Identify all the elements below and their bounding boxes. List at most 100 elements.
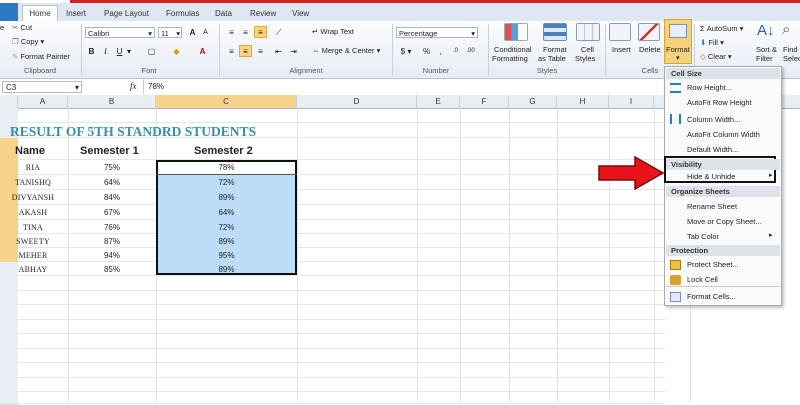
file-tab[interactable] <box>0 3 18 21</box>
find-select-icon[interactable]: ⌕ <box>782 21 790 38</box>
currency-icon[interactable]: $ ▾ <box>397 45 415 57</box>
align-left-icon[interactable]: ≡ <box>225 45 238 57</box>
cell-name[interactable]: AKASH <box>8 208 58 217</box>
cell-name[interactable]: TANISHQ <box>8 178 58 187</box>
clear-button[interactable]: ◇ Clear ▾ <box>700 52 732 61</box>
fill-button[interactable]: ⬇ Fill ▾ <box>700 38 724 47</box>
increase-decimal-icon[interactable]: .0 <box>449 45 462 57</box>
format-painter-button[interactable]: ✎ Format Painter <box>12 52 70 61</box>
fill-color-icon[interactable]: ◆ <box>170 45 183 57</box>
number-format-select[interactable]: Percentage ▾ <box>396 27 478 38</box>
row-header[interactable] <box>0 320 18 335</box>
align-middle-icon[interactable]: ≡ <box>239 26 252 38</box>
row-header[interactable] <box>0 378 18 393</box>
comma-button[interactable]: , <box>434 45 447 57</box>
increase-indent-icon[interactable]: ⇥ <box>287 45 300 57</box>
conditional-formatting-label[interactable]: Conditional <box>494 45 532 54</box>
cell-semester-1[interactable]: 85% <box>68 265 156 274</box>
select-all-button[interactable] <box>0 95 18 108</box>
menu-item-hide-unhide[interactable]: Hide & Unhide <box>687 172 735 181</box>
cell-semester-1[interactable]: 94% <box>68 251 156 260</box>
font-size-select[interactable]: 11 ▾ <box>158 27 182 38</box>
italic-icon[interactable]: I <box>99 45 112 57</box>
column-header-f[interactable]: F <box>460 95 509 108</box>
row-header[interactable] <box>0 108 18 124</box>
cell-semester-2[interactable]: 72% <box>156 223 297 232</box>
row-header[interactable] <box>0 305 18 321</box>
borders-icon[interactable]: ▢ <box>145 45 158 57</box>
row-header[interactable] <box>0 291 18 306</box>
cell-semester-2[interactable]: 89% <box>156 193 297 202</box>
row-header[interactable] <box>0 349 18 364</box>
cell-name[interactable]: DIVYANSH <box>8 193 58 202</box>
shrink-font-icon[interactable]: A <box>199 26 212 38</box>
row-header[interactable] <box>0 334 18 350</box>
cell-name[interactable]: ABHAY <box>8 265 58 274</box>
menu-item-row-height[interactable]: Row Height... <box>687 83 732 92</box>
menu-item-protect-sheet[interactable]: Protect Sheet... <box>687 260 739 269</box>
delete-cells-icon[interactable] <box>638 23 660 41</box>
cell-semester-2[interactable]: 78% <box>156 163 297 172</box>
cell-semester-2[interactable]: 64% <box>156 208 297 217</box>
insert-function-icon[interactable]: fx <box>130 81 137 91</box>
cell-semester-1[interactable]: 76% <box>68 223 156 232</box>
cut-button[interactable]: ✂ Cut <box>12 23 32 32</box>
menu-item-tab-color[interactable]: Tab Color <box>687 232 719 241</box>
column-header-d[interactable]: D <box>297 95 417 108</box>
column-header-e[interactable]: E <box>417 95 460 108</box>
cell-styles-label[interactable]: Cell <box>581 45 594 54</box>
sort-filter-icon[interactable]: A↓ <box>757 22 775 39</box>
sort-filter-label-2[interactable]: Filter <box>756 54 773 63</box>
column-header-h[interactable]: H <box>557 95 609 108</box>
find-select-label[interactable]: Find <box>783 45 798 54</box>
bold-icon[interactable]: B <box>85 45 98 57</box>
column-header-a[interactable]: A <box>18 95 68 108</box>
tab-data[interactable]: Data <box>215 7 232 21</box>
cell-name[interactable]: TINA <box>8 223 58 232</box>
align-top-icon[interactable]: ≡ <box>225 26 238 38</box>
cell-semester-2[interactable]: 89% <box>156 237 297 246</box>
find-select-label-2[interactable]: Selec <box>783 54 800 63</box>
sort-filter-label[interactable]: Sort & <box>756 45 777 54</box>
row-header[interactable] <box>0 363 18 379</box>
cell-semester-2[interactable]: 72% <box>156 178 297 187</box>
cell-name[interactable]: MEHER <box>8 251 58 260</box>
tab-view[interactable]: View <box>292 7 309 21</box>
format-cells-button[interactable]: Format ▾ <box>664 19 692 64</box>
column-header-c[interactable]: C <box>156 95 297 108</box>
wrap-text-button[interactable]: ↵ Wrap Text <box>312 27 354 36</box>
cell-semester-2[interactable]: 89% <box>156 265 297 274</box>
column-header-b[interactable]: B <box>68 95 156 108</box>
cell-semester-1[interactable]: 87% <box>68 237 156 246</box>
grow-font-icon[interactable]: A <box>186 26 199 38</box>
paste-icon[interactable]: e <box>0 23 4 32</box>
underline-icon[interactable]: U <box>113 45 126 57</box>
cell-name[interactable]: RIA <box>8 163 58 172</box>
cell-semester-1[interactable]: 67% <box>68 208 156 217</box>
row-header[interactable] <box>0 392 18 405</box>
menu-item-move-copy-sheet[interactable]: Move or Copy Sheet... <box>687 217 762 226</box>
menu-item-autofit-row-height[interactable]: AutoFit Row Height <box>687 98 752 107</box>
tab-page-layout[interactable]: Page Layout <box>104 7 149 21</box>
cell-styles-icon[interactable] <box>576 23 600 41</box>
insert-cells-icon[interactable] <box>609 23 631 41</box>
align-center-icon[interactable]: ≡ <box>239 45 252 57</box>
format-as-table-icon[interactable] <box>543 23 567 41</box>
conditional-formatting-label-2[interactable]: Formatting <box>492 54 528 63</box>
menu-item-column-width[interactable]: Column Width... <box>687 115 740 124</box>
menu-item-default-width[interactable]: Default Width... <box>687 145 738 154</box>
decrease-decimal-icon[interactable]: .00 <box>464 45 477 57</box>
cell-semester-2[interactable]: 95% <box>156 251 297 260</box>
menu-item-lock-cell[interactable]: Lock Cell <box>687 275 718 284</box>
font-name-select[interactable]: Calibri ▾ <box>85 27 155 38</box>
insert-cells-button[interactable]: Insert <box>612 45 631 54</box>
cell-name[interactable]: SWEETY <box>8 237 58 246</box>
format-as-table-label[interactable]: Format <box>543 45 567 54</box>
decrease-indent-icon[interactable]: ⇤ <box>272 45 285 57</box>
column-header-i[interactable]: I <box>609 95 654 108</box>
tab-review[interactable]: Review <box>250 7 276 21</box>
tab-formulas[interactable]: Formulas <box>166 7 199 21</box>
menu-item-autofit-column-width[interactable]: AutoFit Column Width <box>687 130 760 139</box>
delete-cells-button[interactable]: Delete <box>639 45 661 54</box>
percent-button[interactable]: % <box>420 45 433 57</box>
